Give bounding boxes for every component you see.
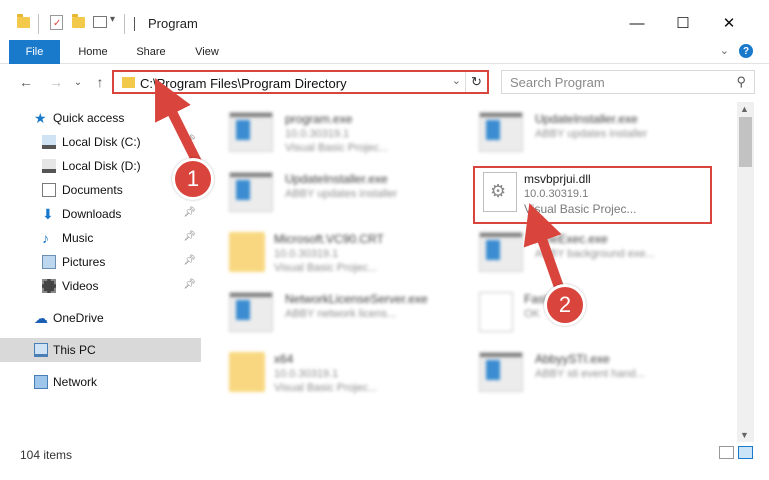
arrow-2 bbox=[523, 203, 565, 295]
step-2-badge: 2 bbox=[544, 284, 586, 326]
step-1-badge: 1 bbox=[172, 158, 214, 200]
annotation-arrows bbox=[155, 78, 565, 295]
